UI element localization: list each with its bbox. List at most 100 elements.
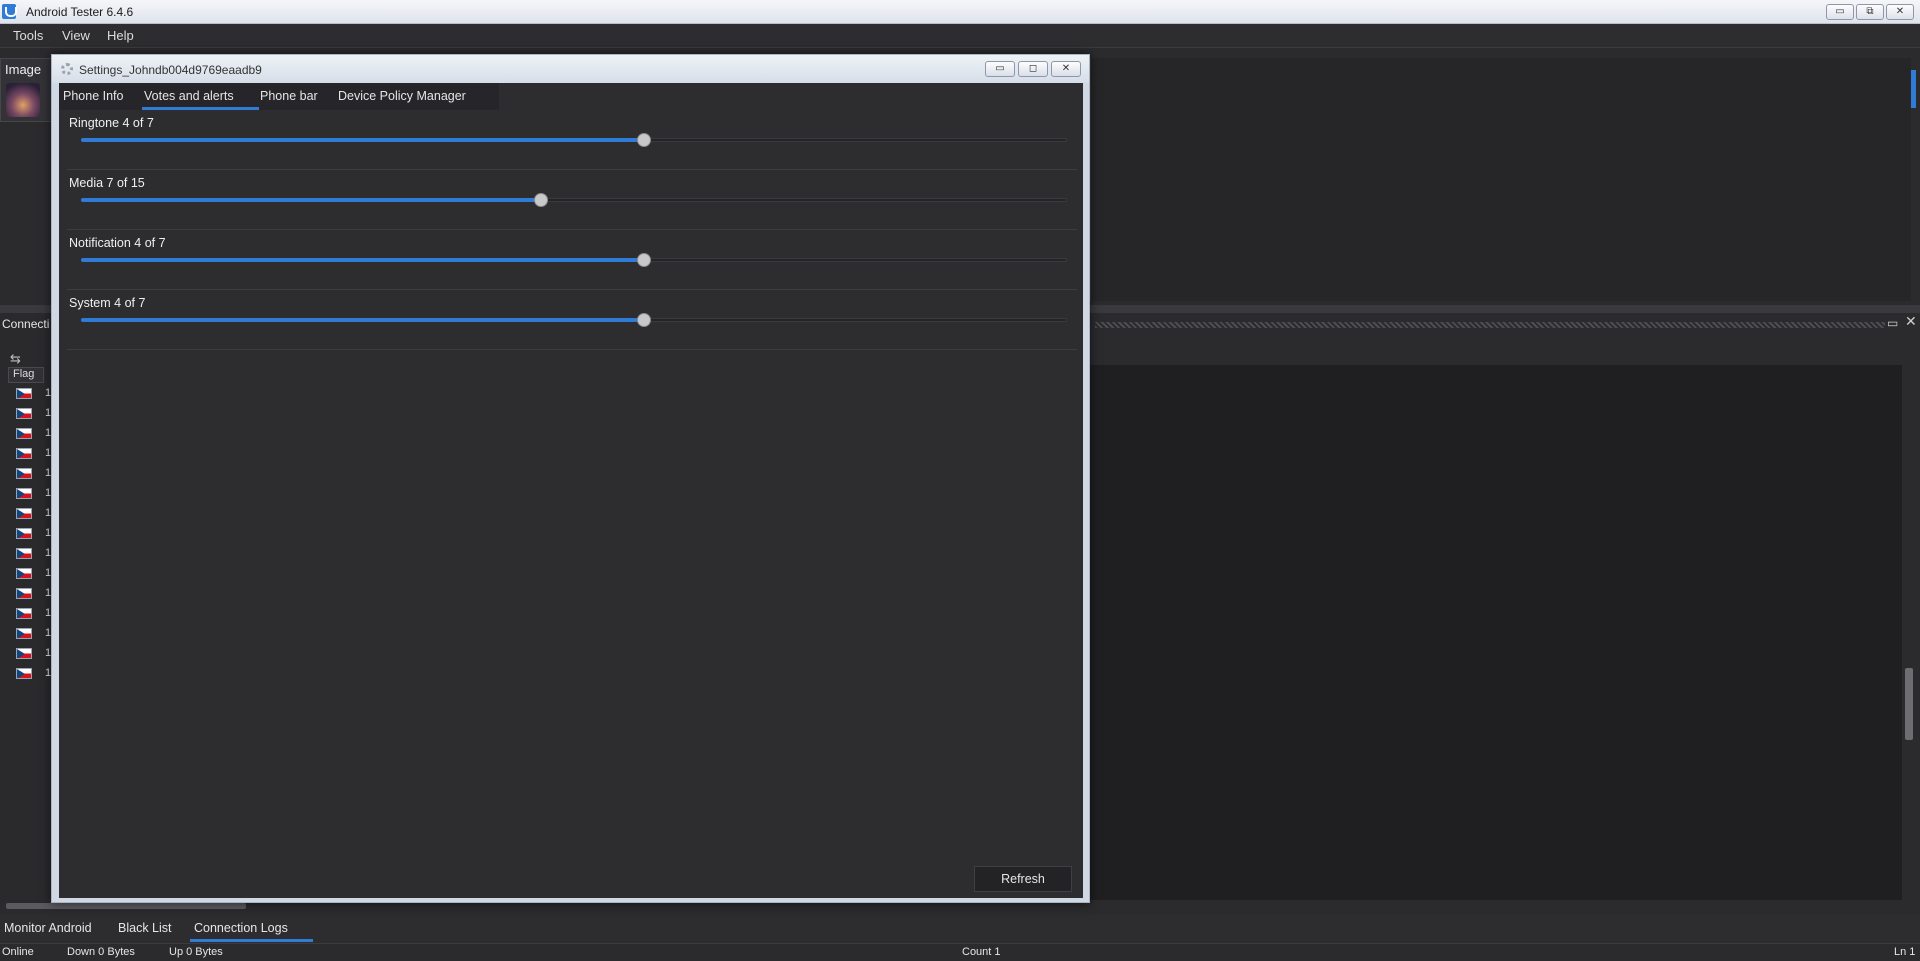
table-row[interactable]: 1 bbox=[8, 625, 51, 645]
flag-column-header[interactable]: Flag bbox=[8, 367, 44, 383]
czech-flag-icon bbox=[16, 588, 32, 599]
media-slider-fill bbox=[81, 198, 542, 202]
image-panel: Image bbox=[0, 58, 52, 122]
table-row[interactable]: 1 bbox=[8, 585, 51, 605]
table-row[interactable]: 1 bbox=[8, 565, 51, 585]
restore-button[interactable]: ⧉ bbox=[1856, 4, 1884, 20]
status-down: Down 0 Bytes bbox=[67, 946, 135, 958]
ringtone-slider-thumb[interactable] bbox=[637, 133, 652, 147]
table-row[interactable]: 1 bbox=[8, 405, 51, 425]
table-row[interactable]: 1 bbox=[8, 545, 51, 565]
table-row[interactable]: 1 bbox=[8, 445, 51, 465]
dialog-minimize-button[interactable]: ▭ bbox=[985, 61, 1015, 77]
tab-phone-bar[interactable]: Phone bar bbox=[260, 89, 318, 103]
tab-device-policy-manager[interactable]: Device Policy Manager bbox=[338, 89, 466, 103]
app-shield-icon bbox=[2, 4, 17, 19]
settings-dialog: Settings_Johndb004d9769eaadb9 ▭ ◻ ✕ Phon… bbox=[51, 54, 1090, 903]
table-row[interactable]: 1 bbox=[8, 465, 51, 485]
status-line: Ln 1 bbox=[1894, 946, 1916, 958]
tab-connection-logs[interactable]: Connection Logs bbox=[194, 921, 288, 935]
czech-flag-icon bbox=[16, 408, 32, 419]
czech-flag-icon bbox=[16, 508, 32, 519]
maximize-panel-icon[interactable]: ▭ bbox=[1887, 316, 1898, 330]
panel-drag-grip[interactable] bbox=[1095, 322, 1885, 328]
tab-votes-and-alerts[interactable]: Votes and alerts bbox=[144, 89, 234, 103]
table-row[interactable]: 1 bbox=[8, 645, 51, 665]
active-tab-indicator bbox=[190, 939, 313, 942]
table-row[interactable]: 1 bbox=[8, 505, 51, 525]
system-volume: System 4 of 7 bbox=[67, 290, 1077, 350]
system-label: System 4 of 7 bbox=[69, 296, 146, 310]
dialog-maximize-button[interactable]: ◻ bbox=[1018, 61, 1048, 77]
czech-flag-icon bbox=[16, 668, 32, 679]
horizontal-scrollbar[interactable] bbox=[6, 903, 246, 909]
close-panel-icon[interactable]: ✕ bbox=[1905, 313, 1917, 330]
czech-flag-icon bbox=[16, 628, 32, 639]
connection-panel-header-area bbox=[1090, 313, 1920, 363]
log-scrollbar-thumb[interactable] bbox=[1905, 668, 1913, 740]
czech-flag-icon bbox=[16, 568, 32, 579]
app-titlebar: Android Tester 6.4.6 ▭ ⧉ ✕ bbox=[0, 0, 1920, 24]
status-up: Up 0 Bytes bbox=[169, 946, 223, 958]
dialog-body: Phone Info Votes and alerts Phone bar De… bbox=[59, 83, 1083, 898]
czech-flag-icon bbox=[16, 488, 32, 499]
connection-panel-title: Connecti bbox=[2, 317, 50, 331]
close-button[interactable]: ✕ bbox=[1886, 4, 1914, 20]
dialog-tabs: Phone Info Votes and alerts Phone bar De… bbox=[59, 83, 499, 110]
czech-flag-icon bbox=[16, 388, 32, 399]
table-row[interactable]: 1 bbox=[8, 605, 51, 625]
preview-scroll-marker[interactable] bbox=[1911, 70, 1916, 108]
system-slider-thumb[interactable] bbox=[637, 313, 652, 327]
table-row[interactable]: 1 bbox=[8, 525, 51, 545]
notification-slider-thumb[interactable] bbox=[637, 253, 652, 267]
menu-tools[interactable]: Tools bbox=[13, 28, 43, 43]
status-count: Count 1 bbox=[962, 946, 1001, 958]
notification-slider-fill bbox=[81, 258, 645, 262]
preview-area bbox=[1090, 58, 1911, 301]
tab-black-list[interactable]: Black List bbox=[118, 921, 172, 935]
media-label: Media 7 of 15 bbox=[69, 176, 145, 190]
czech-flag-icon bbox=[16, 468, 32, 479]
ringtone-label: Ringtone 4 of 7 bbox=[69, 116, 154, 130]
tab-phone-info[interactable]: Phone Info bbox=[63, 89, 123, 103]
connection-panel: Connecti ⇆ Flag 111111111111111 bbox=[0, 313, 52, 903]
ringtone-volume: Ringtone 4 of 7 bbox=[67, 110, 1077, 170]
dialog-controls: ▭ ◻ ✕ bbox=[985, 61, 1081, 77]
czech-flag-icon bbox=[16, 608, 32, 619]
czech-flag-icon bbox=[16, 548, 32, 559]
table-row[interactable]: 1 bbox=[8, 425, 51, 445]
sort-icon[interactable]: ⇆ bbox=[10, 351, 21, 367]
table-row[interactable]: 1 bbox=[8, 385, 51, 405]
czech-flag-icon bbox=[16, 428, 32, 439]
window-controls: ▭ ⧉ ✕ bbox=[1826, 4, 1914, 20]
minimize-button[interactable]: ▭ bbox=[1826, 4, 1854, 20]
statusbar: Online Down 0 Bytes Up 0 Bytes Count 1 L… bbox=[0, 943, 1920, 961]
app-title: Android Tester 6.4.6 bbox=[26, 5, 134, 19]
menu-view[interactable]: View bbox=[62, 28, 90, 43]
log-scrollbar[interactable] bbox=[1904, 365, 1914, 900]
bottom-tabs: Monitor Android Black List Connection Lo… bbox=[0, 915, 1920, 943]
dialog-titlebar[interactable]: Settings_Johndb004d9769eaadb9 ▭ ◻ ✕ bbox=[52, 55, 1089, 83]
czech-flag-icon bbox=[16, 448, 32, 459]
czech-flag-icon bbox=[16, 528, 32, 539]
czech-flag-icon bbox=[16, 648, 32, 659]
log-area bbox=[1090, 365, 1902, 900]
media-volume: Media 7 of 15 bbox=[67, 170, 1077, 230]
dialog-close-button[interactable]: ✕ bbox=[1051, 61, 1081, 77]
media-slider-thumb[interactable] bbox=[534, 193, 549, 207]
notification-label: Notification 4 of 7 bbox=[69, 236, 166, 250]
refresh-button[interactable]: Refresh bbox=[974, 866, 1072, 892]
system-slider-fill bbox=[81, 318, 645, 322]
ringtone-slider-fill bbox=[81, 138, 645, 142]
device-thumbnail[interactable] bbox=[6, 83, 40, 117]
notification-volume: Notification 4 of 7 bbox=[67, 230, 1077, 290]
image-panel-title: Image bbox=[5, 62, 42, 77]
dialog-title: Settings_Johndb004d9769eaadb9 bbox=[79, 63, 262, 77]
menu-help[interactable]: Help bbox=[107, 28, 134, 43]
status-online: Online bbox=[2, 946, 34, 958]
gear-icon bbox=[61, 63, 73, 75]
menubar: Tools View Help bbox=[0, 24, 1920, 48]
table-row[interactable]: 1 bbox=[8, 485, 51, 505]
tab-monitor-android[interactable]: Monitor Android bbox=[4, 921, 92, 935]
table-row[interactable]: 1 bbox=[8, 665, 51, 685]
